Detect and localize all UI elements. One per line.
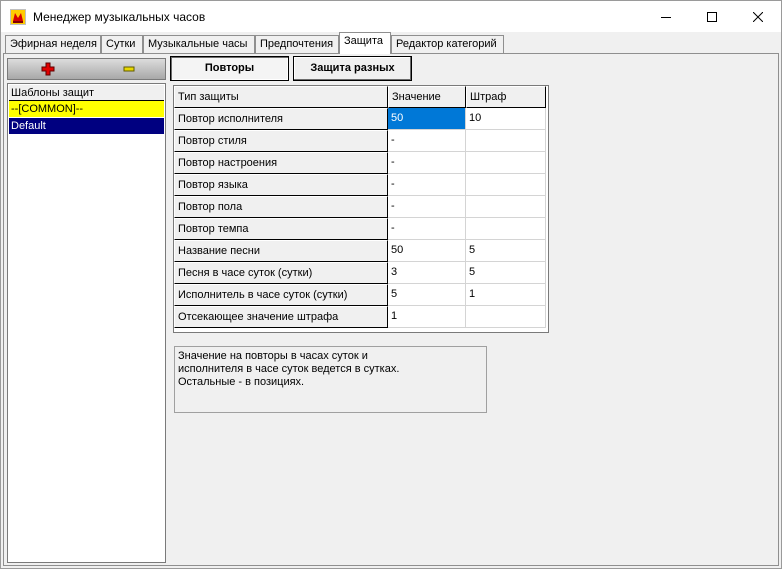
close-icon — [753, 11, 763, 22]
memo-line: Остальные - в позициях. — [178, 376, 305, 388]
protection-grid[interactable]: Тип защиты Значение Штраф Повтор исполни… — [173, 85, 549, 333]
info-memo: Значение на повторы в часах суток и испо… — [174, 346, 487, 413]
tab-category-editor[interactable]: Редактор категорий — [391, 35, 504, 53]
repeats-button[interactable]: Повторы — [170, 56, 289, 81]
grid-cell-penalty[interactable] — [466, 174, 546, 196]
title-bar[interactable]: Менеджер музыкальных часов — [1, 1, 781, 32]
template-list[interactable]: Шаблоны защит --[COMMON]-- Default — [7, 83, 166, 563]
grid-cell-penalty[interactable] — [466, 196, 546, 218]
table-row: Повтор темпа — [174, 218, 388, 240]
grid-cell-value[interactable]: - — [388, 218, 466, 240]
grid-cell-penalty[interactable]: 1 — [466, 284, 546, 306]
maximize-icon — [707, 11, 717, 22]
template-list-header: Шаблоны защит — [9, 85, 164, 101]
table-row: Повтор пола — [174, 196, 388, 218]
memo-line: Значение на повторы в часах суток и — [178, 350, 368, 362]
grid-cell-value[interactable]: - — [388, 174, 466, 196]
grid-cell-penalty[interactable] — [466, 152, 546, 174]
maximize-button[interactable] — [689, 1, 735, 32]
grid-cell-value[interactable]: - — [388, 152, 466, 174]
grid-cell-penalty[interactable] — [466, 306, 546, 328]
table-row: Отсекающее значение штрафа — [174, 306, 388, 328]
table-row: Повтор языка — [174, 174, 388, 196]
grid-cell-value[interactable]: 50 — [388, 240, 466, 262]
grid-header-type: Тип защиты — [174, 86, 388, 108]
table-row: Повтор исполнителя — [174, 108, 388, 130]
grid-cell-value[interactable]: 1 — [388, 306, 466, 328]
minus-icon[interactable] — [122, 62, 136, 76]
tab-music-hours[interactable]: Музыкальные часы — [143, 35, 255, 53]
minimize-button[interactable] — [643, 1, 689, 32]
app-icon — [10, 9, 26, 25]
grid-cell-value[interactable]: 5 — [388, 284, 466, 306]
template-toolbar — [7, 58, 166, 80]
grid-cell-value[interactable]: 50 — [388, 108, 466, 130]
grid-cell-penalty[interactable] — [466, 218, 546, 240]
grid-cell-penalty[interactable]: 10 — [466, 108, 546, 130]
memo-line: исполнителя в часе суток ведется в сутка… — [178, 363, 400, 375]
table-row: Исполнитель в часе суток (сутки) — [174, 284, 388, 306]
table-row: Повтор стиля — [174, 130, 388, 152]
close-button[interactable] — [735, 1, 781, 32]
grid-cell-penalty[interactable] — [466, 130, 546, 152]
table-row: Песня в часе суток (сутки) — [174, 262, 388, 284]
minimize-icon — [661, 16, 671, 18]
grid-cell-value[interactable]: - — [388, 196, 466, 218]
grid-header-value: Значение — [388, 86, 466, 108]
grid-header-penalty: Штраф — [466, 86, 546, 108]
table-row: Название песни — [174, 240, 388, 262]
table-row: Повтор настроения — [174, 152, 388, 174]
grid-cell-value[interactable]: - — [388, 130, 466, 152]
plus-icon[interactable] — [41, 62, 55, 76]
tab-broadcast-week[interactable]: Эфирная неделя — [5, 35, 101, 53]
protection-diff-button[interactable]: Защита разных — [293, 56, 412, 81]
tab-protection[interactable]: Защита — [339, 32, 391, 54]
grid-cell-value[interactable]: 3 — [388, 262, 466, 284]
grid-cell-penalty[interactable]: 5 — [466, 262, 546, 284]
app-window: Менеджер музыкальных часов Эфирная недел… — [0, 0, 782, 569]
tab-preferences[interactable]: Предпочтения — [255, 35, 339, 53]
grid-cell-penalty[interactable]: 5 — [466, 240, 546, 262]
list-item[interactable]: Default — [9, 118, 164, 134]
tab-strip: Эфирная неделя Сутки Музыкальные часы Пр… — [3, 32, 779, 54]
window-title: Менеджер музыкальных часов — [33, 10, 206, 24]
list-item[interactable]: --[COMMON]-- — [9, 101, 164, 117]
tab-day[interactable]: Сутки — [101, 35, 143, 53]
